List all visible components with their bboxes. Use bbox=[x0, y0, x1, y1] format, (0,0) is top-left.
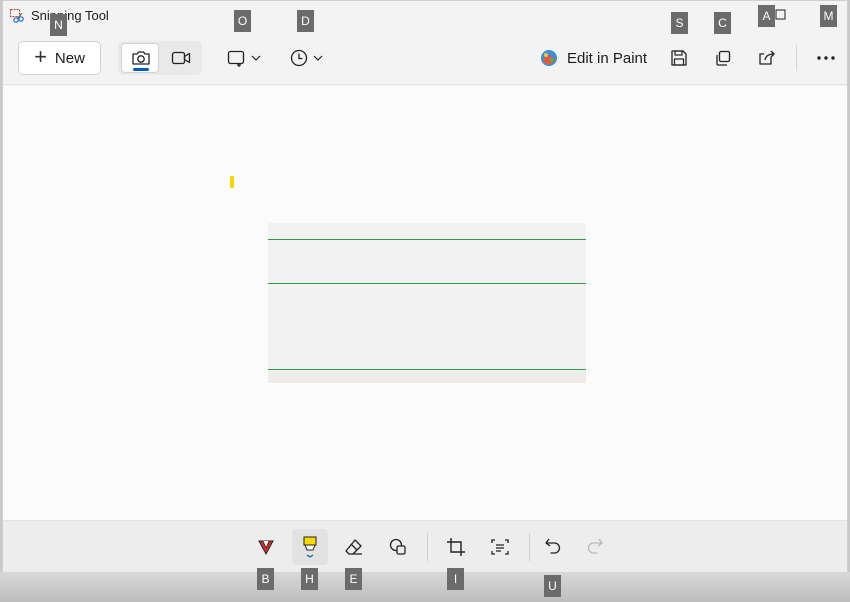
window-title: Snipping Tool bbox=[31, 8, 109, 23]
save-icon bbox=[670, 49, 688, 67]
share-button[interactable] bbox=[757, 43, 777, 73]
top-toolbar: + New Edit in Paint bbox=[3, 31, 847, 85]
key-hint-save: S bbox=[671, 12, 688, 34]
key-hint-crop: I bbox=[447, 568, 464, 590]
redo-icon bbox=[584, 537, 604, 557]
undo-button[interactable] bbox=[536, 529, 572, 565]
video-mode-button[interactable] bbox=[162, 43, 200, 73]
more-icon bbox=[816, 55, 836, 61]
paint-icon bbox=[539, 48, 559, 68]
key-hint-delay: D bbox=[297, 10, 314, 32]
eraser-icon bbox=[344, 538, 364, 556]
capture-mode-toggle bbox=[118, 41, 202, 75]
green-line bbox=[268, 239, 586, 240]
highlighter-stroke bbox=[230, 176, 234, 188]
captured-image bbox=[268, 223, 586, 383]
toolbar-divider bbox=[796, 45, 797, 71]
shapes-button[interactable] bbox=[380, 529, 416, 565]
markup-divider bbox=[529, 533, 530, 561]
plus-icon: + bbox=[34, 43, 47, 69]
markup-divider bbox=[427, 533, 428, 561]
delay-dropdown[interactable] bbox=[285, 43, 327, 73]
key-hint-highlighter: H bbox=[301, 568, 318, 590]
snip-mode-icon bbox=[227, 49, 247, 67]
save-button[interactable] bbox=[669, 43, 689, 73]
chevron-down-icon bbox=[313, 54, 323, 62]
edit-in-paint-label: Edit in Paint bbox=[567, 49, 648, 67]
copy-icon bbox=[714, 49, 732, 67]
key-hint-pen: B bbox=[257, 568, 274, 590]
eraser-button[interactable] bbox=[336, 529, 372, 565]
snipping-tool-window: Snipping Tool + New Edit in Paint bbox=[2, 0, 848, 573]
new-button-label: New bbox=[54, 49, 85, 67]
ballpoint-pen-icon bbox=[257, 538, 275, 556]
text-actions-icon bbox=[490, 537, 510, 557]
ballpoint-pen-button[interactable] bbox=[248, 529, 284, 565]
edit-in-paint-button[interactable]: Edit in Paint bbox=[539, 45, 647, 71]
highlighter-icon bbox=[301, 535, 319, 559]
key-hint-eraser: E bbox=[345, 568, 362, 590]
timer-icon bbox=[289, 48, 309, 68]
shapes-icon bbox=[388, 537, 408, 557]
chevron-down-icon bbox=[251, 54, 261, 62]
camera-icon bbox=[131, 49, 151, 67]
key-hint-undo: U bbox=[544, 575, 561, 597]
image-bottom-band bbox=[268, 371, 586, 383]
screenshot-mode-button[interactable] bbox=[121, 43, 159, 73]
text-actions-button[interactable] bbox=[482, 529, 518, 565]
redo-button[interactable] bbox=[576, 529, 612, 565]
new-snip-button[interactable]: + New bbox=[18, 41, 101, 75]
key-hint-more: M bbox=[820, 5, 837, 27]
video-icon bbox=[171, 49, 191, 67]
crop-icon bbox=[446, 537, 466, 557]
active-mode-indicator bbox=[133, 68, 149, 71]
highlighter-button[interactable] bbox=[292, 529, 328, 565]
share-icon bbox=[758, 49, 776, 67]
more-options-button[interactable] bbox=[813, 43, 839, 73]
snipping-tool-icon bbox=[10, 9, 26, 23]
desktop-background bbox=[0, 572, 850, 602]
key-hint-snip-mode: O bbox=[234, 10, 251, 32]
key-hint-maximize: A bbox=[758, 5, 775, 27]
crop-button[interactable] bbox=[438, 529, 474, 565]
copy-button[interactable] bbox=[713, 43, 733, 73]
markup-toolbar bbox=[3, 520, 847, 573]
capture-canvas[interactable] bbox=[3, 86, 847, 520]
key-hint-new: N bbox=[50, 14, 67, 36]
snip-mode-dropdown[interactable] bbox=[223, 43, 265, 73]
key-hint-copy: C bbox=[714, 12, 731, 34]
green-line bbox=[268, 369, 586, 370]
green-line bbox=[268, 283, 586, 284]
undo-icon bbox=[544, 537, 564, 557]
